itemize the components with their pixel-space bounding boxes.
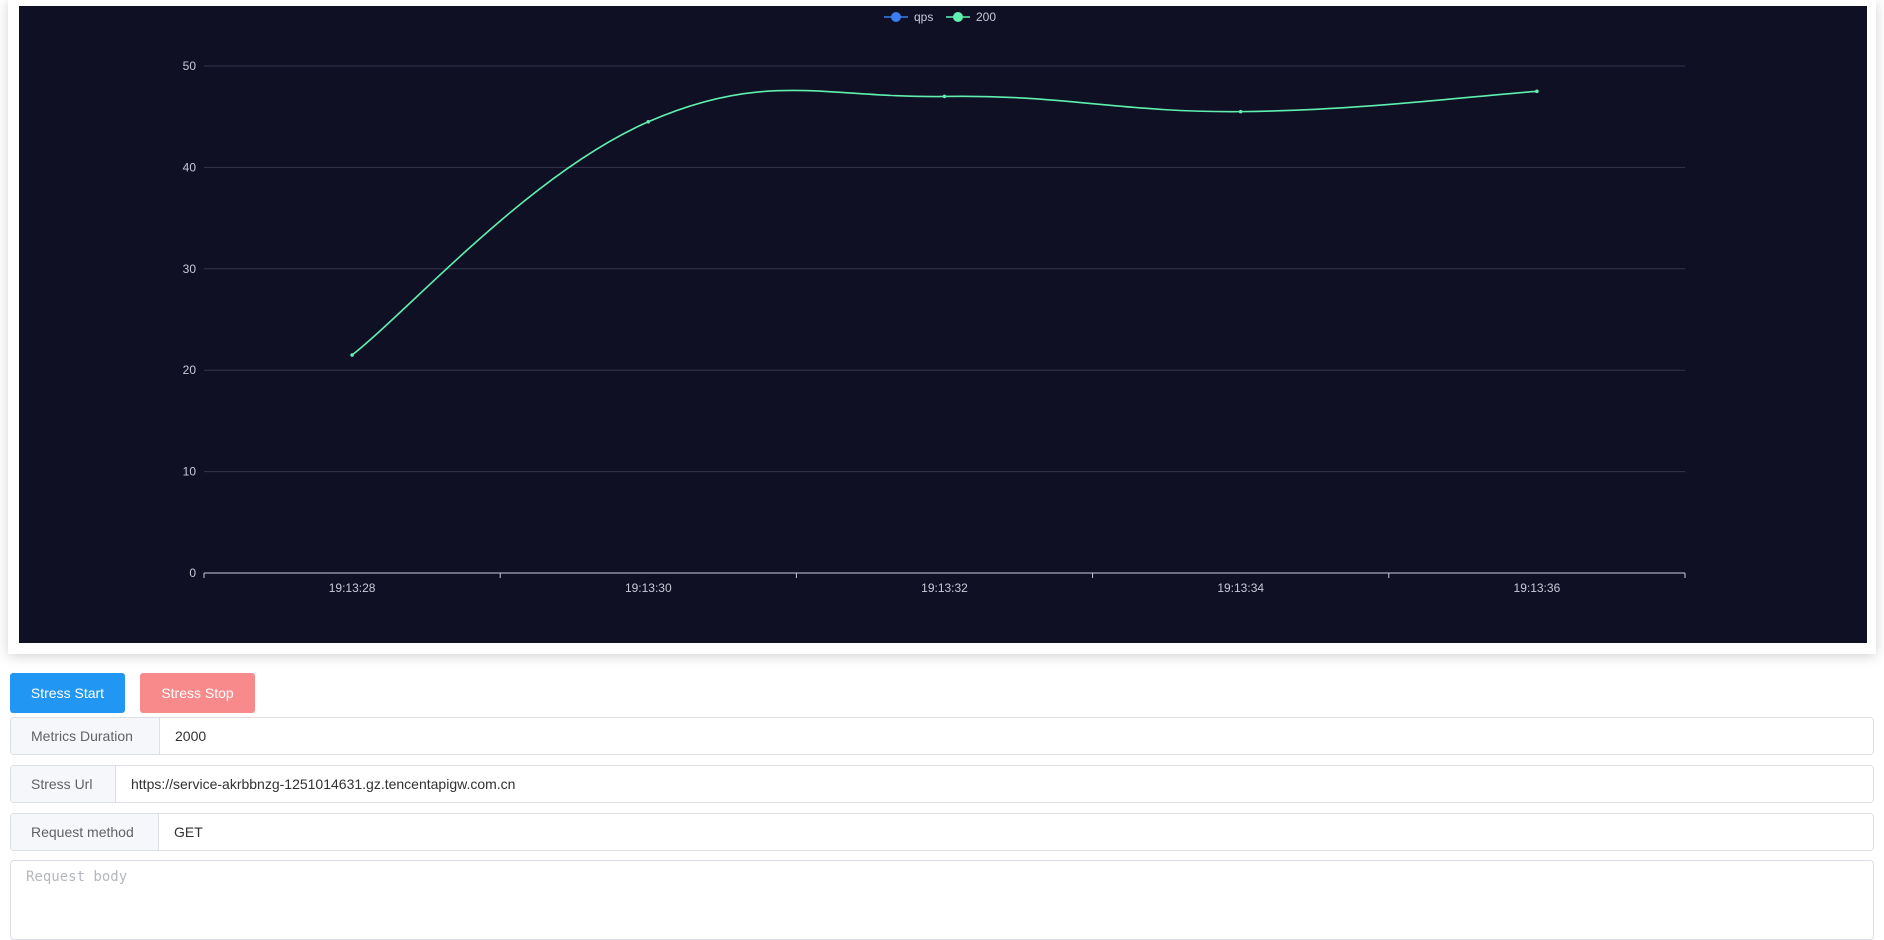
stress-url-field: Stress Url xyxy=(10,765,1874,803)
data-point xyxy=(942,94,947,99)
legend-marker-qps xyxy=(891,12,901,22)
y-tick-label: 50 xyxy=(183,59,197,73)
metrics-duration-input[interactable] xyxy=(160,718,1873,754)
request-method-label: Request method xyxy=(11,814,159,850)
y-tick-label: 10 xyxy=(183,465,197,479)
y-tick-label: 40 xyxy=(183,160,197,174)
y-tick-label: 0 xyxy=(189,566,196,580)
qps-chart: 0 10 20 30 40 50 19:13:28 19:13:30 19:13:32 19:13… xyxy=(19,6,1867,643)
chart-svg: 0 10 20 30 40 50 19:13:28 19:13:30 19:13:32 19:13… xyxy=(183,10,1686,595)
legend-label-200: 200 xyxy=(976,10,996,24)
stress-stop-button[interactable]: Stress Stop xyxy=(140,673,255,713)
legend-label-qps: qps xyxy=(914,10,933,24)
x-tick-label: 19:13:36 xyxy=(1514,581,1561,595)
series-line-200 xyxy=(351,89,1537,356)
y-tick-label: 30 xyxy=(183,262,197,276)
request-method-input[interactable] xyxy=(159,814,1873,850)
stress-start-button[interactable]: Stress Start xyxy=(10,673,125,713)
data-point xyxy=(1535,89,1539,94)
data-point xyxy=(646,119,651,124)
x-tick-label: 19:13:32 xyxy=(921,581,968,595)
y-tick-label: 20 xyxy=(183,363,197,377)
legend-marker-200 xyxy=(953,12,963,22)
x-tick-label: 19:13:28 xyxy=(329,581,376,595)
stress-url-label: Stress Url xyxy=(11,766,116,802)
request-body-input[interactable] xyxy=(10,860,1874,940)
request-method-field: Request method xyxy=(10,813,1874,851)
x-tick-label: 19:13:34 xyxy=(1217,581,1264,595)
data-point xyxy=(1238,109,1243,114)
x-tick-label: 19:13:30 xyxy=(625,581,672,595)
chart-card: 0 10 20 30 40 50 19:13:28 19:13:30 19:13:32 19:13… xyxy=(8,0,1876,654)
stress-url-input[interactable] xyxy=(116,766,1873,802)
metrics-duration-label: Metrics Duration xyxy=(11,718,160,754)
metrics-duration-field: Metrics Duration xyxy=(10,717,1874,755)
data-point xyxy=(350,353,354,357)
